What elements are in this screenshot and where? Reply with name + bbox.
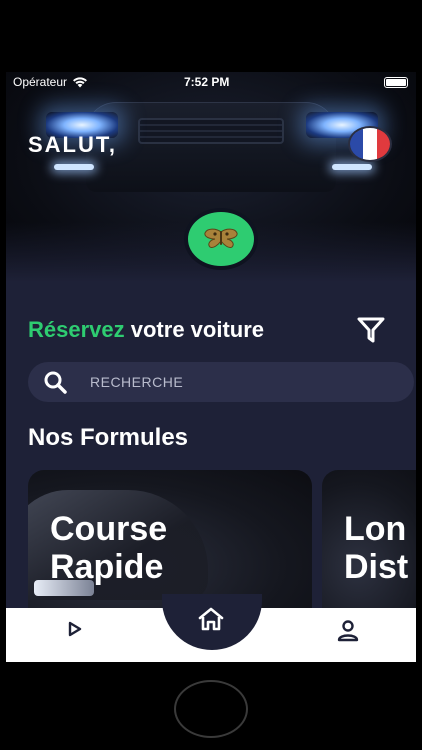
profile-icon[interactable] bbox=[336, 618, 360, 642]
app-screen: Opérateur 7:52 PM SALUT, Réservez votre … bbox=[6, 72, 416, 662]
filter-icon[interactable] bbox=[356, 316, 386, 344]
daylight-left-image bbox=[54, 164, 94, 170]
status-bar: Opérateur 7:52 PM bbox=[6, 72, 416, 92]
french-flag-icon[interactable] bbox=[348, 126, 392, 162]
booking-title: Réservez votre voiture bbox=[28, 317, 264, 343]
device-top-bezel bbox=[0, 0, 422, 72]
formula-card-title: Lon Dist bbox=[344, 510, 408, 586]
booking-title-accent: Réservez bbox=[28, 317, 125, 342]
search-bar[interactable] bbox=[28, 362, 414, 402]
app-logo[interactable] bbox=[184, 208, 258, 270]
formula-card-title-line2: Dist bbox=[344, 548, 409, 586]
wifi-icon bbox=[73, 77, 88, 88]
home-icon[interactable] bbox=[197, 606, 225, 632]
formulas-title: Nos Formules bbox=[28, 424, 189, 451]
status-time: 7:52 PM bbox=[184, 75, 230, 89]
carrier-label: Opérateur bbox=[13, 75, 68, 89]
device-home-button[interactable] bbox=[174, 680, 248, 738]
battery-icon bbox=[384, 77, 408, 88]
formula-card[interactable]: Lon Dist bbox=[322, 470, 416, 630]
greeting-text: SALUT, bbox=[28, 132, 117, 157]
search-icon bbox=[44, 371, 67, 394]
car-grille-image bbox=[138, 118, 284, 144]
search-input[interactable] bbox=[90, 374, 390, 390]
formula-card-title: Course Rapide bbox=[50, 510, 167, 586]
flag-white-stripe bbox=[363, 128, 377, 160]
flag-blue-stripe bbox=[350, 128, 364, 160]
daylight-right-image bbox=[332, 164, 372, 170]
formula-card-title-line1: Lon bbox=[344, 510, 407, 548]
formula-card-title-line2: Rapide bbox=[50, 548, 164, 586]
battery-level bbox=[386, 79, 406, 86]
booking-title-rest: votre voiture bbox=[124, 317, 265, 342]
play-icon[interactable] bbox=[66, 620, 84, 638]
car-hood-image bbox=[86, 102, 336, 192]
moth-logo-icon bbox=[204, 228, 238, 248]
status-carrier: Opérateur bbox=[13, 75, 88, 89]
formula-card-title-line1: Course bbox=[50, 510, 168, 548]
